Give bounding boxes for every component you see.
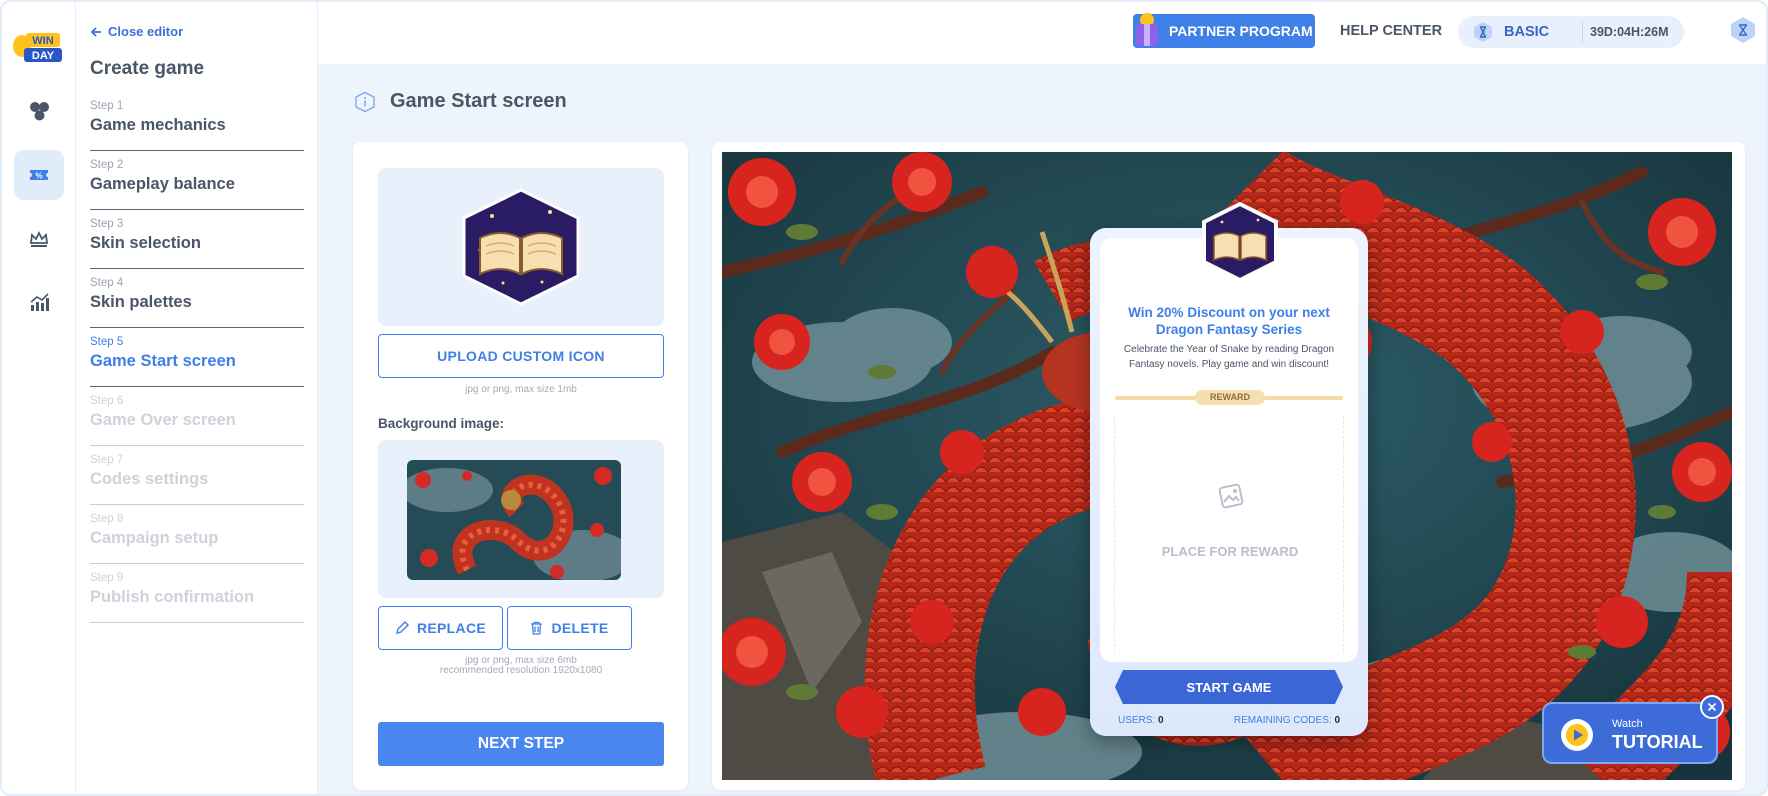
step-publish-confirmation: Step 9 Publish confirmation — [90, 564, 304, 623]
watch-tutorial-widget[interactable]: Watch TUTORIAL — [1542, 702, 1718, 764]
step-number: Step 1 — [90, 100, 124, 112]
remaining-codes-label: REMAINING CODES: — [1233, 715, 1332, 726]
reward-tag: REWARD — [1195, 390, 1265, 405]
plan-name: BASIC — [1504, 24, 1550, 40]
plan-timer: 39D:04H:26M — [1590, 25, 1669, 39]
replace-label: REPLACE — [417, 620, 486, 636]
step-game-mechanics[interactable]: Step 1 Game mechanics — [90, 92, 304, 151]
image-placeholder-icon — [1218, 483, 1244, 509]
users-label: USERS: — [1118, 715, 1156, 726]
svg-text:DAY: DAY — [32, 50, 55, 62]
settings-card: UPLOAD CUSTOM ICON jpg or png, max size … — [353, 142, 688, 790]
step-number: Step 9 — [90, 572, 124, 584]
svg-text:WIN: WIN — [32, 35, 53, 47]
tutorial-label: TUTORIAL — [1612, 732, 1703, 752]
remaining-codes-value: 0 — [1334, 715, 1340, 726]
trash-icon — [531, 621, 543, 635]
step-name: Campaign setup — [90, 529, 219, 547]
svg-text:%: % — [35, 172, 42, 181]
step-skin-palettes[interactable]: Step 4 Skin palettes — [90, 269, 304, 328]
steps-sidebar: Close editor Create game Step 1 Game mec… — [76, 2, 318, 794]
popup-description: Celebrate the Year of Snake by reading D… — [1123, 344, 1335, 370]
upload-icon-hint: jpg or png, max size 1mb — [465, 384, 577, 395]
gift-icon — [1131, 10, 1163, 48]
reward-placeholder: PLACE FOR REWARD — [1114, 416, 1344, 652]
plan-badge[interactable]: BASIC 39D:04H:26M — [1458, 16, 1684, 48]
step-name: Codes settings — [90, 470, 209, 488]
pencil-icon — [396, 621, 409, 634]
next-step-button[interactable]: NEXT STEP — [378, 722, 664, 766]
windday-logo[interactable]: WIN DAY — [12, 30, 64, 64]
start-game-button[interactable]: START GAME — [1115, 670, 1343, 704]
step-name: Game Over screen — [90, 411, 236, 429]
game-start-popup: Win 20% Discount on your next Dragon Fan… — [1090, 202, 1368, 736]
close-editor-link[interactable]: Close editor — [90, 24, 183, 39]
crown-rail-button[interactable] — [14, 214, 64, 264]
step-skin-selection[interactable]: Step 3 Skin selection — [90, 210, 304, 269]
step-number: Step 8 — [90, 513, 124, 525]
partner-program-label: PARTNER PROGRAM — [1169, 23, 1313, 39]
help-center-link[interactable]: HELP CENTER — [1340, 23, 1442, 39]
step-name: Skin selection — [90, 234, 201, 252]
popup-footer: USERS: 0 REMAINING CODES: 0 — [1118, 715, 1340, 726]
background-hint-resolution: recommended resolution 1920x1080 — [439, 665, 603, 676]
upload-custom-icon-button[interactable]: UPLOAD CUSTOM ICON — [378, 334, 664, 378]
top-bar: PARTNER PROGRAM HELP CENTER BASIC 39D:04… — [318, 2, 1766, 64]
step-number: Step 3 — [90, 218, 124, 230]
step-game-start-screen[interactable]: Step 5 Game Start screen — [90, 328, 304, 387]
section-header: Game Start screen — [354, 90, 567, 113]
watch-label: Watch — [1612, 718, 1643, 730]
step-number: Step 2 — [90, 159, 124, 171]
step-number: Step 6 — [90, 395, 124, 407]
background-image-preview — [378, 440, 664, 598]
play-icon — [1561, 719, 1593, 751]
step-name: Publish confirmation — [90, 588, 255, 606]
step-campaign-setup: Step 8 Campaign setup — [90, 505, 304, 564]
popup-content: Win 20% Discount on your next Dragon Fan… — [1100, 202, 1358, 662]
remaining-codes: REMAINING CODES: 0 — [1234, 715, 1340, 726]
step-name: Game mechanics — [90, 116, 226, 134]
close-editor-label: Close editor — [108, 24, 184, 39]
arrow-left-icon — [90, 26, 101, 37]
background-thumbnail — [407, 460, 621, 580]
mechanics-rail-button[interactable] — [14, 86, 64, 136]
hourglass-icon — [1474, 22, 1492, 42]
popup-book-icon — [1202, 202, 1278, 282]
reward-placeholder-label: PLACE FOR REWARD — [1161, 544, 1299, 559]
step-name: Skin palettes — [90, 293, 192, 311]
background-image-label: Background image: — [378, 416, 505, 431]
delete-label: DELETE — [551, 620, 609, 636]
account-icon[interactable] — [1730, 16, 1756, 44]
game-icon-preview — [378, 168, 664, 326]
crown-icon — [29, 230, 49, 247]
analytics-icon — [30, 293, 49, 311]
section-title: Game Start screen — [390, 90, 567, 112]
step-name: Gameplay balance — [90, 175, 235, 193]
book-icon — [462, 188, 580, 306]
popup-title: Win 20% Discount on your next Dragon Fan… — [1128, 305, 1330, 337]
icon-rail: WIN DAY % — [2, 2, 76, 794]
delete-button[interactable]: DELETE — [507, 606, 632, 650]
analytics-rail-button[interactable] — [14, 278, 64, 328]
step-number: Step 4 — [90, 277, 124, 289]
step-number: Step 5 — [90, 336, 124, 348]
close-icon — [1707, 702, 1717, 712]
step-number: Step 7 — [90, 454, 124, 466]
info-icon[interactable] — [354, 91, 376, 113]
tutorial-close-button[interactable] — [1700, 695, 1724, 719]
step-game-over-screen: Step 6 Game Over screen — [90, 387, 304, 446]
step-gameplay-balance[interactable]: Step 2 Gameplay balance — [90, 151, 304, 210]
coupon-rail-button[interactable]: % — [14, 150, 64, 200]
step-codes-settings: Step 7 Codes settings — [90, 446, 304, 505]
upload-custom-icon-label: UPLOAD CUSTOM ICON — [437, 348, 605, 364]
page-title: Create game — [90, 58, 205, 79]
replace-button[interactable]: REPLACE — [378, 606, 503, 650]
plan-divider — [1582, 22, 1583, 42]
users-value: 0 — [1158, 715, 1164, 726]
step-name: Game Start screen — [90, 352, 236, 370]
app-frame: WIN DAY % Close editor Create game Step … — [0, 0, 1768, 796]
mechanics-icon — [30, 102, 49, 121]
coupon-icon: % — [30, 170, 48, 181]
